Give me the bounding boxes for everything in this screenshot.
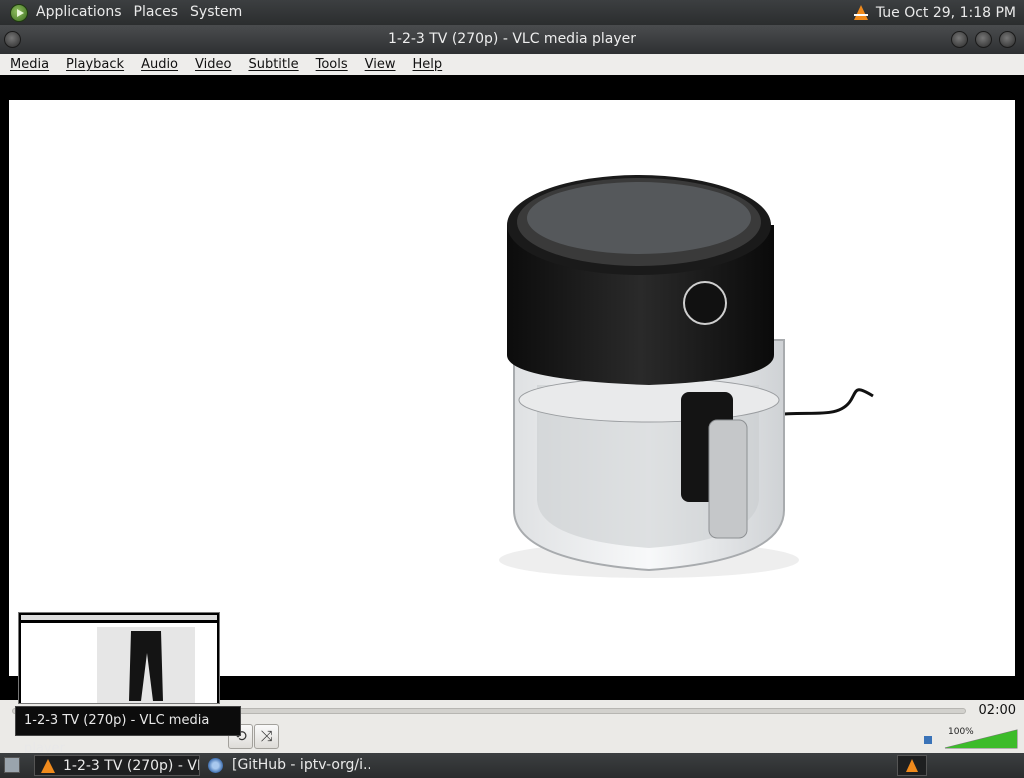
window-titlebar[interactable]: 1-2-3 TV (270p) - VLC media player: [0, 25, 1024, 54]
menu-help[interactable]: Help: [403, 57, 450, 72]
menu-playback[interactable]: Playback: [56, 57, 131, 72]
top-panel: Applications Places System Tue Oct 29, 1…: [0, 0, 1024, 25]
vlc-icon: [41, 759, 55, 773]
menu-media[interactable]: Media: [0, 57, 56, 72]
bottom-taskbar: 1-2-3 TV (270p) - VL... [GitHub - iptv-o…: [0, 753, 1024, 778]
panel-menu-system[interactable]: System: [184, 0, 248, 25]
browser-icon: [208, 758, 223, 773]
panel-menu-places[interactable]: Places: [128, 0, 185, 25]
window-tooltip: 1-2-3 TV (270p) - VLC media player: [15, 706, 241, 756]
shuffle-button[interactable]: ⤨: [254, 724, 279, 749]
workspace-switcher[interactable]: [897, 755, 927, 776]
vlc-tray-icon[interactable]: [853, 5, 868, 20]
task-vlc[interactable]: 1-2-3 TV (270p) - VL...: [34, 755, 200, 776]
menu-tools[interactable]: Tools: [306, 57, 355, 72]
preview-video: [21, 623, 217, 703]
taskbar-preview: [18, 612, 220, 704]
panel-clock[interactable]: Tue Oct 29, 1:18 PM: [876, 5, 1016, 21]
volume-slider[interactable]: [943, 728, 1019, 750]
video-area[interactable]: [0, 75, 1024, 700]
video-frame[interactable]: [9, 100, 1015, 676]
speaker-icon[interactable]: [924, 736, 932, 744]
menubar: Media Playback Audio Video Subtitle Tool…: [0, 54, 1024, 75]
vlc-workspace-icon: [906, 759, 918, 772]
air-fryer-image: [499, 175, 874, 578]
task-browser-label: [GitHub - iptv-org/i...: [232, 757, 370, 773]
duration-label: 02:00: [978, 703, 1016, 718]
panel-tray: Tue Oct 29, 1:18 PM: [853, 0, 1024, 25]
applications-logo-icon[interactable]: [10, 3, 28, 22]
task-vlc-label: 1-2-3 TV (270p) - VL...: [63, 758, 199, 774]
minimize-icon[interactable]: [951, 31, 968, 48]
preview-menubar: [21, 615, 217, 620]
menu-video[interactable]: Video: [185, 57, 238, 72]
menu-audio[interactable]: Audio: [131, 57, 185, 72]
maximize-icon[interactable]: [975, 31, 992, 48]
window-title: 1-2-3 TV (270p) - VLC media player: [387, 31, 636, 47]
close-icon[interactable]: [999, 31, 1016, 48]
desktop: Applications Places System Tue Oct 29, 1…: [0, 0, 1024, 778]
menu-subtitle[interactable]: Subtitle: [238, 57, 305, 72]
show-desktop-icon[interactable]: [4, 757, 20, 773]
pants-image: [97, 627, 195, 703]
menu-view[interactable]: View: [355, 57, 403, 72]
task-browser[interactable]: [GitHub - iptv-org/i...: [204, 755, 370, 776]
panel-menu-applications[interactable]: Applications: [30, 0, 128, 25]
